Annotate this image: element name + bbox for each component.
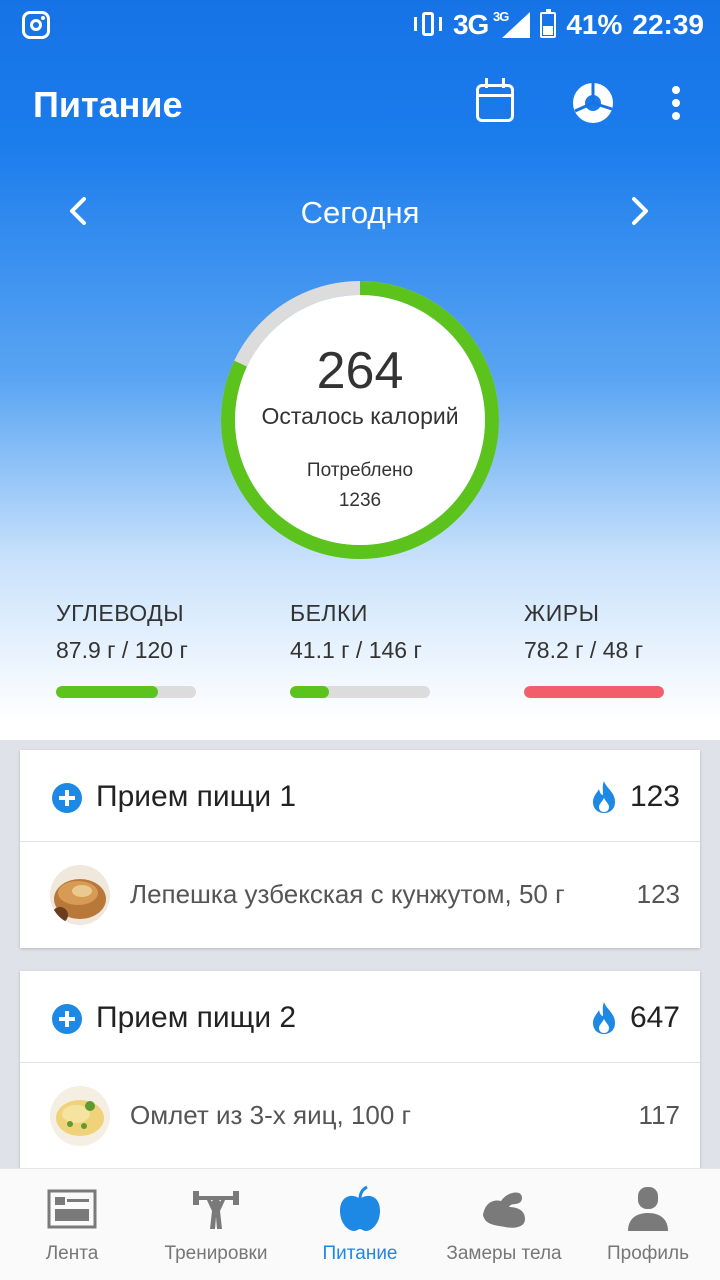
battery-level: 41% xyxy=(566,9,623,40)
pie-chart-icon[interactable] xyxy=(572,82,614,124)
food-calories: 123 xyxy=(636,879,680,909)
calories-consumed-label: Потреблено xyxy=(306,460,414,481)
calories-consumed: 1236 xyxy=(338,490,382,511)
network-type: 3G 3G xyxy=(452,9,509,40)
app-bar: Питание xyxy=(0,50,720,160)
meal-calories: 647 xyxy=(629,1001,680,1034)
flame-icon xyxy=(593,781,615,813)
battery-icon xyxy=(540,9,557,38)
macro-protein: БЕЛКИ 41.1 г / 146 г xyxy=(290,600,440,698)
macro-value: 78.2 г / 48 г xyxy=(524,637,644,663)
macro-progress-bar xyxy=(56,686,196,698)
clock: 22:39 xyxy=(632,9,704,40)
signal-icon xyxy=(502,12,531,38)
macro-name: БЕЛКИ xyxy=(290,600,368,626)
tab-profile[interactable]: Профиль xyxy=(576,1169,720,1280)
more-options-icon[interactable] xyxy=(668,86,684,122)
macro-value: 41.1 г / 146 г xyxy=(290,637,422,663)
instagram-icon xyxy=(22,11,50,39)
tab-measurements[interactable]: Замеры тела xyxy=(432,1169,576,1280)
macro-carbs: УГЛЕВОДЫ 87.9 г / 120 г xyxy=(56,600,206,698)
profile-icon xyxy=(628,1187,668,1231)
macros-summary: УГЛЕВОДЫ 87.9 г / 120 г БЕЛКИ 41.1 г / 1… xyxy=(0,600,720,710)
tab-label: Профиль xyxy=(606,1243,690,1264)
meal-header[interactable]: Прием пищи 1 123 xyxy=(20,750,700,842)
bottom-navigation: Лента Тренировки Питание Замеры тела Про… xyxy=(0,1168,720,1280)
macro-value: 87.9 г / 120 г xyxy=(56,637,188,663)
food-item[interactable]: Омлет из 3-х яиц, 100 г 117 xyxy=(20,1063,700,1169)
meal-card: Прием пищи 1 123 Лепешка узбекская с кун… xyxy=(20,750,700,948)
bicep-icon xyxy=(483,1192,525,1228)
meal-title: Прием пищи 2 xyxy=(96,1001,297,1034)
tab-label: Питание xyxy=(322,1243,398,1264)
tab-feed[interactable]: Лента xyxy=(0,1169,144,1280)
flame-icon xyxy=(593,1002,615,1034)
macro-name: ЖИРЫ xyxy=(524,600,600,626)
food-name: Омлет из 3-х яиц, 100 г xyxy=(130,1100,412,1130)
add-food-icon[interactable] xyxy=(52,1004,82,1034)
food-thumbnail xyxy=(50,1086,110,1146)
meal-header[interactable]: Прием пищи 2 647 xyxy=(20,971,700,1063)
food-thumbnail xyxy=(50,865,110,925)
feed-icon xyxy=(47,1189,97,1229)
calories-remaining: 264 xyxy=(316,342,404,400)
tab-workouts[interactable]: Тренировки xyxy=(144,1169,288,1280)
calendar-icon[interactable] xyxy=(476,78,514,122)
meal-card: Прием пищи 2 647 Омлет из 3-х яиц, 100 г… xyxy=(20,971,700,1169)
status-bar: 3G 3G 41% 22:39 xyxy=(0,0,720,50)
food-name: Лепешка узбекская с кунжутом, 50 г xyxy=(130,879,565,909)
date-label[interactable]: Сегодня xyxy=(0,195,720,231)
apple-icon xyxy=(340,1185,380,1231)
tab-label: Замеры тела xyxy=(446,1243,562,1264)
tab-label: Лента xyxy=(45,1243,99,1264)
page-title: Питание xyxy=(33,84,183,125)
food-item[interactable]: Лепешка узбекская с кунжутом, 50 г 123 xyxy=(20,842,700,948)
tab-label: Тренировки xyxy=(164,1243,268,1264)
meal-calories: 123 xyxy=(629,780,680,813)
add-food-icon[interactable] xyxy=(52,783,82,813)
meal-title: Прием пищи 1 xyxy=(96,780,297,813)
food-calories: 117 xyxy=(638,1100,680,1130)
macro-name: УГЛЕВОДЫ xyxy=(56,600,185,626)
macro-fat: ЖИРЫ 78.2 г / 48 г xyxy=(524,600,674,698)
vibrate-icon xyxy=(413,11,443,39)
tab-nutrition[interactable]: Питание xyxy=(288,1169,432,1280)
calories-remaining-label: Осталось калорий xyxy=(261,403,459,429)
macro-progress-bar xyxy=(290,686,430,698)
chevron-right-icon[interactable] xyxy=(622,193,658,229)
date-navigator: Сегодня xyxy=(0,185,720,239)
workout-icon xyxy=(193,1191,239,1229)
macro-progress-bar xyxy=(524,686,664,698)
calorie-summary: 264 Осталось калорий Потреблено 1236 xyxy=(235,295,485,545)
